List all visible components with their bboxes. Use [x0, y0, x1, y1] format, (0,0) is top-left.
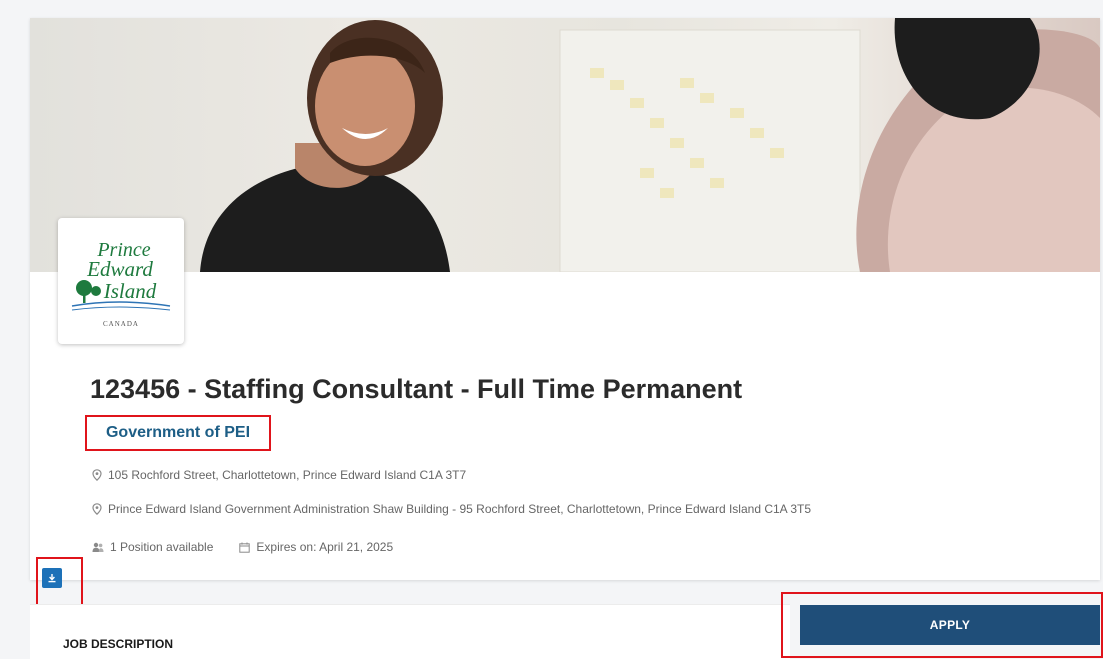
- logo-line3: Island: [103, 279, 157, 303]
- expiry-date: Expires on: April 21, 2025: [256, 540, 394, 554]
- job-title: 123456 - Staffing Consultant - Full Time…: [90, 374, 743, 404]
- location-1: 105 Rochford Street, Charlottetown, Prin…: [108, 468, 467, 482]
- map-pin-icon: [92, 503, 102, 515]
- location-2: Prince Edward Island Government Administ…: [108, 502, 812, 516]
- location-row-2: Prince Edward Island Government Administ…: [92, 502, 811, 516]
- location-row-1: 105 Rochford Street, Charlottetown, Prin…: [92, 468, 466, 482]
- apply-button[interactable]: APPLY: [800, 605, 1100, 645]
- job-description-heading: JOB DESCRIPTION: [63, 637, 174, 651]
- hero-photo: [200, 18, 1100, 272]
- tree-icon: [76, 280, 101, 303]
- download-button[interactable]: [42, 568, 62, 588]
- hero-image: [30, 18, 1100, 272]
- job-card: Prince Edward Island CANADA 123456 - Sta…: [30, 18, 1100, 580]
- logo-line2: Edward: [86, 257, 153, 281]
- employer-logo: Prince Edward Island CANADA: [58, 218, 184, 344]
- job-meta-row: 1 Position available Expires on: April 2…: [92, 540, 393, 554]
- employer-highlight: Government of PEI: [85, 415, 271, 451]
- pei-logo: Prince Edward Island CANADA: [71, 239, 171, 328]
- positions-available: 1 Position available: [110, 540, 214, 554]
- map-pin-icon: [92, 469, 102, 481]
- employer-link[interactable]: Government of PEI: [106, 424, 250, 442]
- calendar-icon: [239, 542, 251, 553]
- people-icon: [92, 542, 104, 552]
- logo-country: CANADA: [103, 320, 139, 328]
- download-icon: [48, 574, 56, 583]
